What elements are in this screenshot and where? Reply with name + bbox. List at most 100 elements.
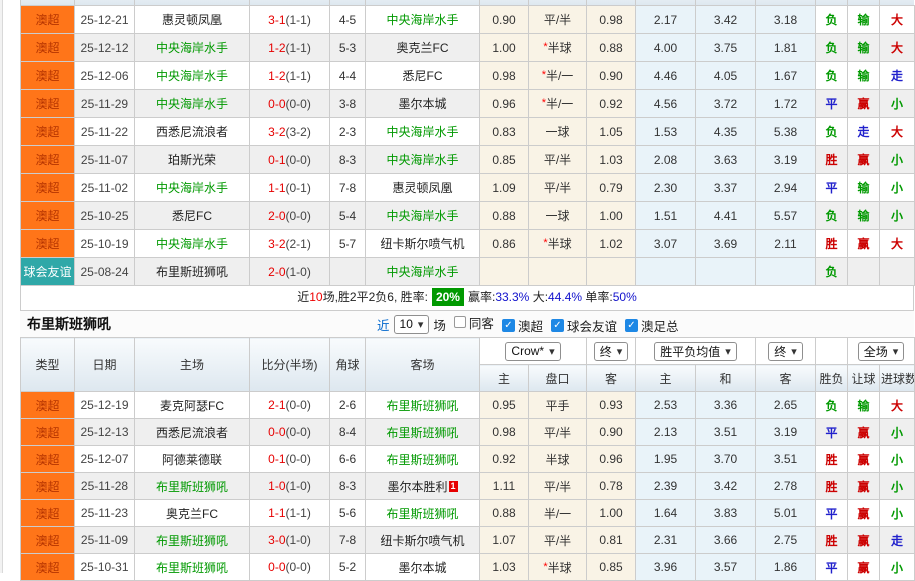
home-team-cell: 麦克阿瑟FC — [134, 391, 250, 419]
goals-result-cell: 小 — [879, 201, 915, 230]
match-row: 澳超 25-11-28 布里斯班狮吼 1-0(1-0) 8-3 墨尔本胜利 1 1.11 平/半… — [20, 472, 915, 500]
home-team-cell: 中央海岸水手 — [134, 89, 250, 118]
handicap-cell: 平/半 — [528, 145, 587, 174]
result-cell: 负 — [815, 61, 848, 90]
league-cell: 澳超 — [20, 5, 75, 34]
fulltime-score: 3-0 — [268, 533, 286, 547]
goals-result-cell: 小 — [879, 553, 915, 581]
corner-cell: 4-4 — [329, 61, 366, 90]
summary-segment: 10 — [309, 290, 323, 304]
corner-cell — [329, 257, 366, 286]
euro-home-odds-cell: 2.53 — [635, 391, 697, 419]
summary-segment: 场,胜2平2负6, 胜率: — [322, 290, 428, 304]
corner-cell: 5-6 — [329, 499, 366, 527]
euro-home-odds-cell: 4.00 — [635, 33, 696, 62]
goals-result-cell: 小 — [879, 445, 915, 473]
handicap-result-cell: 输 — [847, 61, 880, 90]
match-row: 澳超 25-11-22 西悉尼流浪者 3-2(3-2) 2-3 中央海岸水手 0.83 一球 1… — [20, 117, 915, 146]
date-cell: 25-11-09 — [74, 526, 135, 554]
checkbox-checked-icon[interactable]: ✓ — [501, 319, 515, 333]
handicap-cell — [528, 257, 587, 286]
league-cell: 澳超 — [20, 553, 75, 581]
home-team-cell: 布里斯班狮吼 — [134, 257, 250, 286]
fulltime-score: 0-0 — [268, 96, 286, 111]
euro-draw-odds-cell: 3.70 — [695, 445, 757, 473]
filter-toggle[interactable]: ✓ 澳足总 — [624, 316, 678, 335]
line-changed-star: * — [543, 237, 548, 249]
match-row: 澳超 25-10-19 中央海岸水手 3-2(2-1) 5-7 纽卡斯尔喷气机 0.86 *半… — [20, 229, 915, 258]
result-cell: 负 — [815, 5, 848, 34]
league-cell: 澳超 — [20, 499, 75, 527]
handicap-result-cell: 输 — [847, 201, 880, 230]
result-cell: 负 — [815, 391, 849, 419]
mariners-history-table: 澳超 25-12-21 惠灵顿凤凰 3-1(1-1) 4-5 中央海岸水手 0.90 平/半 0… — [20, 5, 915, 286]
euro-away-odds-cell: 1.86 — [755, 553, 817, 581]
score-cell: 3-1(1-1) — [249, 5, 330, 34]
checkbox-checked-icon[interactable]: ✓ — [624, 319, 638, 333]
checkbox-unchecked-icon[interactable] — [453, 316, 466, 329]
handicap-result-cell: 赢 — [847, 499, 881, 527]
asian-away-odds-cell: 0.81 — [586, 526, 637, 554]
away-team-cell: 布里斯班狮吼 — [365, 499, 480, 527]
asian-away-odds-cell: 0.79 — [586, 173, 636, 202]
col-date: 日期 — [74, 337, 135, 392]
corner-cell: 7-8 — [329, 526, 366, 554]
match-row: 澳超 25-10-25 悉尼FC 2-0(0-0) 5-4 中央海岸水手 0.88 一球 1.0… — [20, 201, 915, 230]
asian-away-odds-cell: 1.02 — [586, 229, 636, 258]
asian-away-odds-cell: 0.85 — [586, 553, 637, 581]
col-result: 胜负 — [815, 364, 849, 392]
goals-result-cell: 大 — [879, 5, 915, 34]
filter-toggle[interactable]: ✓ 澳超 — [501, 316, 543, 335]
record-summary: 近10场,胜2平2负6, 胜率: 20% 赢率:33.3% 大:44.4% 单率:5… — [20, 286, 914, 311]
fulltime-score: 0-0 — [268, 560, 286, 574]
date-cell: 25-08-24 — [74, 257, 135, 286]
result-cell: 负 — [815, 201, 848, 230]
period-select[interactable]: 全场 — [857, 341, 905, 361]
asian-away-odds-cell: 0.96 — [586, 445, 637, 473]
asian-away-odds-cell: 0.90 — [586, 61, 636, 90]
col-handicap-result: 让球 — [847, 364, 881, 392]
away-team-cell: 奥克兰FC — [365, 33, 480, 62]
match-count-select[interactable]: 10 — [393, 314, 430, 334]
euro-draw-odds-cell: 3.72 — [695, 89, 756, 118]
goals-result-cell: 大 — [879, 117, 915, 146]
asian-away-odds-cell: 0.98 — [586, 5, 636, 34]
league-cell: 澳超 — [20, 229, 75, 258]
euro-draw-odds-cell: 3.42 — [695, 5, 756, 34]
summary-segment: 33.3% — [495, 290, 530, 304]
date-cell: 25-12-12 — [74, 33, 135, 62]
score-cell: 1-1(1-1) — [249, 499, 330, 527]
away-team-cell: 惠灵顿凤凰 — [365, 173, 480, 202]
euro-final-select[interactable]: 终 — [768, 341, 803, 361]
match-row: 澳超 25-11-23 奥克兰FC 1-1(1-1) 5-6 布里斯班狮吼 0.88 半/一 1… — [20, 499, 915, 527]
asian-final-select[interactable]: 终 — [593, 341, 629, 361]
filter-toggle[interactable]: 同客 — [453, 313, 494, 332]
goals-result-cell: 走 — [879, 526, 915, 554]
fulltime-score: 1-2 — [268, 68, 286, 83]
euro-home-odds-cell: 1.64 — [635, 499, 697, 527]
filter-toggle[interactable]: ✓ 球会友谊 — [550, 316, 617, 335]
col-asian-away: 客 — [586, 364, 637, 392]
euro-odds-select[interactable]: 胜平负均值 — [654, 341, 737, 361]
summary-segment: 大: — [529, 290, 549, 304]
checkbox-checked-icon[interactable]: ✓ — [550, 319, 564, 333]
home-team-cell: 中央海岸水手 — [134, 173, 250, 202]
euro-away-odds-cell: 1.81 — [755, 33, 816, 62]
fulltime-score: 0-0 — [268, 425, 286, 439]
roar-history-table: 类型 日期 主场 比分(半场) 角球 客场 Crow* 终 胜平负均值 终 — [20, 337, 915, 581]
match-row: 球会友谊 25-08-24 布里斯班狮吼 2-0(1-0) 中央海岸水手负 — [20, 257, 915, 286]
euro-home-odds-cell: 2.39 — [635, 472, 697, 500]
score-cell: 0-1(0-0) — [249, 145, 330, 174]
corner-cell: 6-6 — [329, 445, 366, 473]
match-row: 澳超 25-10-31 布里斯班狮吼 0-0(0-0) 5-2 墨尔本城 1.03 *半球 0.… — [20, 553, 915, 581]
asian-away-odds-cell: 1.00 — [586, 201, 636, 230]
league-cell: 澳超 — [20, 526, 75, 554]
home-team-cell: 惠灵顿凤凰 — [134, 5, 250, 34]
home-team-cell: 西悉尼流浪者 — [134, 418, 250, 446]
bookmaker-select[interactable]: Crow* — [505, 341, 561, 361]
page-left-border — [0, 0, 3, 573]
euro-away-odds-cell: 1.67 — [755, 61, 816, 90]
asian-home-odds-cell: 1.00 — [479, 33, 529, 62]
fulltime-score: 2-1 — [268, 398, 286, 412]
date-cell: 25-11-22 — [74, 117, 135, 146]
